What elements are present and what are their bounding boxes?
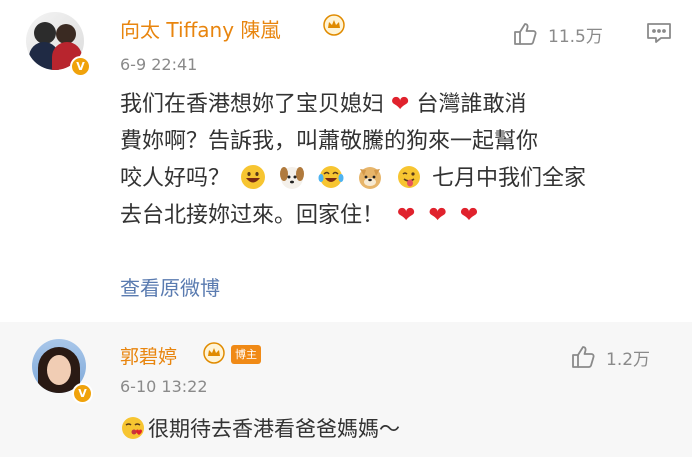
- comment-line-text: 七月中我们全家: [432, 166, 587, 191]
- like-count: 1.2万: [606, 350, 651, 370]
- avatar-person-head: [56, 24, 76, 44]
- avatar-face: [47, 355, 71, 385]
- comment-item: V 向太 Tiffany 陳嵐 6-9 22:41 11.5万 我们在香港想妳了…: [0, 0, 692, 322]
- verified-icon: V: [70, 56, 91, 77]
- verified-icon: V: [72, 383, 93, 404]
- heart-icon: ❤: [391, 92, 410, 117]
- reply-text-content: 很期待去香港看爸爸媽媽～: [148, 417, 400, 441]
- avatar-person-head: [34, 22, 56, 44]
- crown-icon: [323, 14, 345, 41]
- heart-icon: ❤: [459, 203, 479, 228]
- timestamp: 6-10 13:22: [120, 377, 208, 396]
- comment-line: 我们在香港想妳了宝贝媳妇 ❤ 台灣誰敢消: [120, 86, 665, 123]
- comment-line-text: 去台北接妳过來。回家住！: [120, 203, 385, 228]
- username[interactable]: 向太 Tiffany 陳嵐: [120, 14, 280, 43]
- crown-icon: [203, 342, 225, 369]
- tears-of-joy-emoji-icon: [318, 166, 344, 188]
- comment-line-text: 我们在香港想妳了宝贝媳妇: [120, 92, 385, 117]
- comment-line: 去台北接妳过來。回家住！ ❤ ❤ ❤: [120, 197, 665, 234]
- heart-icon: ❤: [397, 203, 416, 228]
- comment-text: 我们在香港想妳了宝贝媳妇 ❤ 台灣誰敢消 費妳啊？告訴我，叫蕭敬騰的狗來一起幫你…: [120, 86, 665, 234]
- view-original-link[interactable]: 查看原微博: [120, 272, 220, 301]
- thumbs-up-icon[interactable]: [570, 344, 596, 370]
- comment-line: 費妳啊？告訴我，叫蕭敬騰的狗來一起幫你: [120, 129, 539, 154]
- thumbs-up-icon[interactable]: [512, 21, 538, 47]
- username[interactable]: 郭碧婷: [120, 342, 177, 369]
- reply-text: 很期待去香港看爸爸媽媽～: [120, 413, 400, 443]
- reply-item: V 郭碧婷 博主 6-10 13:22 1.2万 很期待去香港看爸爸媽媽～: [0, 322, 692, 457]
- heart-icon: ❤: [428, 203, 447, 228]
- like-count: 11.5万: [548, 27, 603, 47]
- comment-icon[interactable]: [646, 21, 672, 45]
- grinning-sweat-emoji-icon: [241, 165, 266, 189]
- dog-emoji-icon: [280, 167, 305, 189]
- winking-tongue-emoji-icon: [398, 166, 421, 188]
- timestamp: 6-9 22:41: [120, 55, 198, 74]
- kissing-emoji-icon: [122, 417, 144, 439]
- comment-line: 咬人好吗？ 七月中我们全家: [120, 160, 665, 197]
- doge-emoji-icon: [359, 167, 382, 189]
- author-badge: 博主: [231, 345, 261, 364]
- comment-line-text: 咬人好吗？: [120, 166, 231, 191]
- comment-line-text: 台灣誰敢消: [416, 92, 527, 117]
